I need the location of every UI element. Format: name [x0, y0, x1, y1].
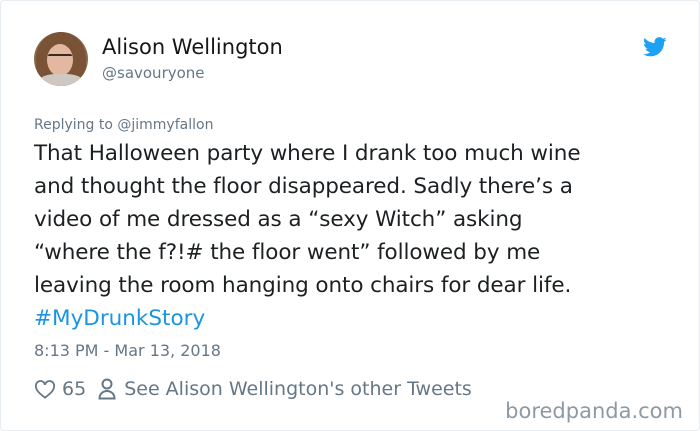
twitter-bird-icon[interactable]	[643, 37, 667, 57]
avatar[interactable]	[34, 32, 88, 86]
timestamp[interactable]: 8:13 PM - Mar 13, 2018	[34, 341, 221, 360]
hashtag-link[interactable]: #MyDrunkStory	[34, 302, 205, 335]
user-handle[interactable]: @savouryone	[102, 64, 205, 82]
heart-icon[interactable]	[34, 379, 56, 399]
replying-to[interactable]: Replying to @jimmyfallon	[34, 117, 213, 133]
tweet-text: That Halloween party where I drank too m…	[34, 141, 581, 298]
like-count[interactable]: 65	[62, 378, 86, 400]
watermark: boredpanda.com	[505, 399, 683, 423]
other-tweets-link[interactable]: See Alison Wellington's other Tweets	[124, 378, 472, 400]
tweet-card: Alison Wellington @savouryone Replying t…	[0, 0, 700, 431]
user-name[interactable]: Alison Wellington	[102, 35, 283, 59]
person-icon	[98, 378, 116, 400]
avatar-shirt	[38, 74, 84, 86]
tweet-actions: 65 See Alison Wellington's other Tweets	[34, 373, 472, 405]
avatar-glasses	[48, 54, 72, 62]
